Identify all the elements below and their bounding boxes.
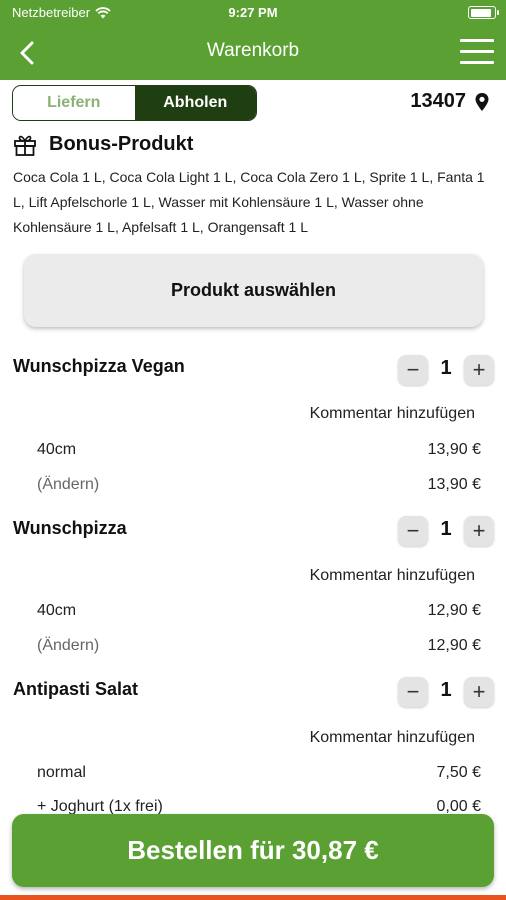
bonus-title: Bonus-Produkt	[49, 133, 194, 155]
option-price: 7,50 €	[436, 764, 481, 781]
mode-option-liefern[interactable]: Liefern	[13, 86, 135, 120]
status-bar: Netzbetreiber 9:27 PM	[0, 0, 506, 26]
decrease-quantity-button[interactable]: −	[398, 677, 428, 707]
nav-bar: Warenkorb	[0, 26, 506, 80]
change-item-link[interactable]: (Ändern)	[37, 637, 99, 655]
add-comment-link[interactable]: Kommentar hinzufügen	[310, 567, 475, 585]
change-item-link[interactable]: (Ändern)	[37, 476, 99, 494]
hamburger-menu-icon[interactable]	[460, 39, 494, 65]
option-label: 40cm	[37, 441, 77, 458]
increase-quantity-button[interactable]: +	[464, 355, 494, 385]
status-time: 9:27 PM	[228, 5, 278, 20]
battery-icon	[468, 6, 499, 19]
quantity-stepper: − 1 +	[398, 355, 494, 385]
item-total-price: 13,90 €	[427, 476, 481, 493]
decrease-quantity-button[interactable]: −	[398, 355, 428, 385]
option-price: 12,90 €	[427, 602, 481, 619]
bonus-description: Coca Cola 1 L, Coca Cola Light 1 L, Coca…	[13, 169, 485, 235]
delivery-mode-toggle: Liefern Abholen	[12, 85, 257, 121]
mode-option-abholen[interactable]: Abholen	[134, 86, 256, 120]
increase-quantity-button[interactable]: +	[464, 516, 494, 546]
postcode: 13407	[410, 90, 466, 112]
item-total-price: 12,90 €	[427, 637, 481, 654]
page-title: Warenkorb	[206, 40, 300, 61]
bonus-heading: Bonus-Produkt	[13, 133, 193, 156]
option-label: 40cm	[37, 602, 77, 619]
increase-quantity-button[interactable]: +	[464, 677, 494, 707]
bottom-accent-bar	[0, 895, 506, 900]
postcode-selector[interactable]: 13407	[410, 90, 490, 113]
top-bar: Netzbetreiber 9:27 PM Warenkorb	[0, 0, 506, 80]
cart-item-name: Antipasti Salat	[13, 679, 139, 699]
add-comment-link[interactable]: Kommentar hinzufügen	[310, 729, 475, 747]
choose-product-button[interactable]: Produkt auswählen	[24, 254, 483, 327]
cart-item-name: Wunschpizza	[13, 518, 127, 538]
gift-icon	[14, 135, 36, 156]
quantity-value: 1	[440, 679, 452, 701]
quantity-stepper: − 1 +	[398, 677, 494, 707]
option-label: normal	[37, 764, 86, 781]
add-comment-link[interactable]: Kommentar hinzufügen	[310, 405, 475, 423]
location-pin-icon	[475, 92, 489, 111]
option-price: 13,90 €	[427, 441, 481, 458]
cart-item-name: Wunschpizza Vegan	[13, 356, 185, 376]
decrease-quantity-button[interactable]: −	[398, 516, 428, 546]
place-order-button[interactable]: Bestellen für 30,87 €	[12, 814, 494, 887]
quantity-value: 1	[440, 357, 452, 379]
quantity-value: 1	[440, 518, 452, 540]
quantity-stepper: − 1 +	[398, 516, 494, 546]
